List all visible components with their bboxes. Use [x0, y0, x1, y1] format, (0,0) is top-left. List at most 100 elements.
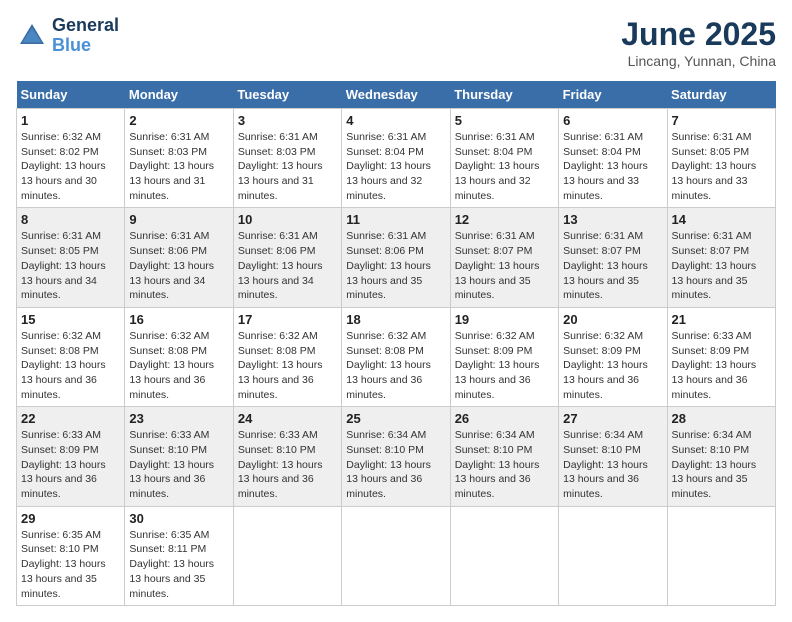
day-cell-14: 14 Sunrise: 6:31 AMSunset: 8:07 PMDayligh… — [667, 208, 775, 307]
day-cell-5: 5Sunrise: 6:31 AMSunset: 8:04 PMDaylight… — [450, 109, 558, 208]
day-cell-20: 20Sunrise: 6:32 AMSunset: 8:09 PMDayligh… — [559, 307, 667, 406]
day-number: 8 — [21, 212, 120, 227]
weekday-header-saturday: Saturday — [667, 81, 775, 109]
day-cell-16: 16 Sunrise: 6:32 AMSunset: 8:08 PMDayligh… — [125, 307, 233, 406]
day-cell-22: 22 Sunrise: 6:33 AMSunset: 8:09 PMDayligh… — [17, 407, 125, 506]
empty-cell — [450, 506, 558, 605]
day-info: Sunrise: 6:33 AMSunset: 8:09 PMDaylight:… — [21, 428, 120, 501]
day-info: Sunrise: 6:31 AMSunset: 8:06 PMDaylight:… — [129, 229, 228, 302]
day-number: 3 — [238, 113, 337, 128]
day-number: 23 — [129, 411, 228, 426]
day-number: 2 — [129, 113, 228, 128]
day-info: Sunrise: 6:34 AMSunset: 8:10 PMDaylight:… — [672, 428, 771, 501]
empty-cell — [342, 506, 450, 605]
weekday-header-row: SundayMondayTuesdayWednesdayThursdayFrid… — [17, 81, 776, 109]
day-cell-18: 18 Sunrise: 6:32 AMSunset: 8:08 PMDayligh… — [342, 307, 450, 406]
day-info: Sunrise: 6:32 AMSunset: 8:08 PMDaylight:… — [129, 329, 228, 402]
empty-cell — [667, 506, 775, 605]
day-cell-29: 29 Sunrise: 6:35 AMSunset: 8:10 PMDayligh… — [17, 506, 125, 605]
logo-text: General Blue — [52, 16, 119, 56]
day-number: 14 — [672, 212, 771, 227]
day-cell-30: 30 Sunrise: 6:35 AMSunset: 8:11 PMDayligh… — [125, 506, 233, 605]
day-cell-21: 21 Sunrise: 6:33 AMSunset: 8:09 PMDayligh… — [667, 307, 775, 406]
calendar-week-2: 8Sunrise: 6:31 AMSunset: 8:05 PMDaylight… — [17, 208, 776, 307]
weekday-header-thursday: Thursday — [450, 81, 558, 109]
day-cell-11: 11Sunrise: 6:31 AMSunset: 8:06 PMDayligh… — [342, 208, 450, 307]
day-cell-3: 3 Sunrise: 6:31 AMSunset: 8:03 PMDaylight… — [233, 109, 341, 208]
day-number: 22 — [21, 411, 120, 426]
day-cell-28: 28 Sunrise: 6:34 AMSunset: 8:10 PMDayligh… — [667, 407, 775, 506]
day-number: 26 — [455, 411, 554, 426]
day-info: Sunrise: 6:34 AMSunset: 8:10 PMDaylight:… — [455, 428, 554, 501]
day-info: Sunrise: 6:31 AMSunset: 8:03 PMDaylight:… — [238, 130, 337, 203]
day-info: Sunrise: 6:31 AMSunset: 8:07 PMDaylight:… — [455, 229, 554, 302]
day-number: 13 — [563, 212, 662, 227]
day-cell-9: 9 Sunrise: 6:31 AMSunset: 8:06 PMDaylight… — [125, 208, 233, 307]
day-cell-25: 25 Sunrise: 6:34 AMSunset: 8:10 PMDayligh… — [342, 407, 450, 506]
day-info: Sunrise: 6:31 AMSunset: 8:04 PMDaylight:… — [455, 130, 554, 203]
day-cell-4: 4Sunrise: 6:31 AMSunset: 8:04 PMDaylight… — [342, 109, 450, 208]
title-block: June 2025 Lincang, Yunnan, China — [621, 16, 776, 69]
logo-icon — [16, 20, 48, 52]
day-number: 16 — [129, 312, 228, 327]
day-info: Sunrise: 6:31 AMSunset: 8:07 PMDaylight:… — [672, 229, 771, 302]
day-number: 1 — [21, 113, 120, 128]
weekday-header-wednesday: Wednesday — [342, 81, 450, 109]
day-info: Sunrise: 6:34 AMSunset: 8:10 PMDaylight:… — [563, 428, 662, 501]
day-cell-13: 13 Sunrise: 6:31 AMSunset: 8:07 PMDayligh… — [559, 208, 667, 307]
weekday-header-friday: Friday — [559, 81, 667, 109]
calendar-week-1: 1 Sunrise: 6:32 AMSunset: 8:02 PMDaylight… — [17, 109, 776, 208]
day-number: 18 — [346, 312, 445, 327]
day-cell-8: 8Sunrise: 6:31 AMSunset: 8:05 PMDaylight… — [17, 208, 125, 307]
day-number: 29 — [21, 511, 120, 526]
day-cell-6: 6Sunrise: 6:31 AMSunset: 8:04 PMDaylight… — [559, 109, 667, 208]
calendar-week-5: 29 Sunrise: 6:35 AMSunset: 8:10 PMDayligh… — [17, 506, 776, 605]
day-number: 10 — [238, 212, 337, 227]
day-number: 15 — [21, 312, 120, 327]
weekday-header-tuesday: Tuesday — [233, 81, 341, 109]
day-number: 19 — [455, 312, 554, 327]
day-info: Sunrise: 6:31 AMSunset: 8:05 PMDaylight:… — [672, 130, 771, 203]
day-number: 25 — [346, 411, 445, 426]
day-info: Sunrise: 6:33 AMSunset: 8:10 PMDaylight:… — [238, 428, 337, 501]
day-cell-24: 24 Sunrise: 6:33 AMSunset: 8:10 PMDayligh… — [233, 407, 341, 506]
calendar-week-3: 15 Sunrise: 6:32 AMSunset: 8:08 PMDayligh… — [17, 307, 776, 406]
day-info: Sunrise: 6:32 AMSunset: 8:02 PMDaylight:… — [21, 130, 120, 203]
day-cell-1: 1 Sunrise: 6:32 AMSunset: 8:02 PMDaylight… — [17, 109, 125, 208]
empty-cell — [559, 506, 667, 605]
day-info: Sunrise: 6:34 AMSunset: 8:10 PMDaylight:… — [346, 428, 445, 501]
day-info: Sunrise: 6:32 AMSunset: 8:08 PMDaylight:… — [238, 329, 337, 402]
day-cell-15: 15 Sunrise: 6:32 AMSunset: 8:08 PMDayligh… — [17, 307, 125, 406]
day-cell-12: 12Sunrise: 6:31 AMSunset: 8:07 PMDayligh… — [450, 208, 558, 307]
day-number: 20 — [563, 312, 662, 327]
month-title: June 2025 — [621, 16, 776, 53]
day-info: Sunrise: 6:35 AMSunset: 8:10 PMDaylight:… — [21, 528, 120, 601]
day-cell-2: 2 Sunrise: 6:31 AMSunset: 8:03 PMDaylight… — [125, 109, 233, 208]
day-number: 17 — [238, 312, 337, 327]
day-number: 4 — [346, 113, 445, 128]
day-cell-7: 7Sunrise: 6:31 AMSunset: 8:05 PMDaylight… — [667, 109, 775, 208]
day-cell-26: 26 Sunrise: 6:34 AMSunset: 8:10 PMDayligh… — [450, 407, 558, 506]
day-cell-27: 27 Sunrise: 6:34 AMSunset: 8:10 PMDayligh… — [559, 407, 667, 506]
day-number: 21 — [672, 312, 771, 327]
day-cell-10: 10Sunrise: 6:31 AMSunset: 8:06 PMDayligh… — [233, 208, 341, 307]
weekday-header-sunday: Sunday — [17, 81, 125, 109]
day-number: 24 — [238, 411, 337, 426]
day-info: Sunrise: 6:33 AMSunset: 8:10 PMDaylight:… — [129, 428, 228, 501]
day-number: 11 — [346, 212, 445, 227]
empty-cell — [233, 506, 341, 605]
day-cell-19: 19Sunrise: 6:32 AMSunset: 8:09 PMDayligh… — [450, 307, 558, 406]
day-info: Sunrise: 6:35 AMSunset: 8:11 PMDaylight:… — [129, 528, 228, 601]
day-info: Sunrise: 6:31 AMSunset: 8:04 PMDaylight:… — [563, 130, 662, 203]
day-number: 30 — [129, 511, 228, 526]
day-number: 28 — [672, 411, 771, 426]
day-info: Sunrise: 6:32 AMSunset: 8:08 PMDaylight:… — [346, 329, 445, 402]
day-info: Sunrise: 6:32 AMSunset: 8:08 PMDaylight:… — [21, 329, 120, 402]
logo: General Blue — [16, 16, 119, 56]
day-info: Sunrise: 6:31 AMSunset: 8:03 PMDaylight:… — [129, 130, 228, 203]
day-info: Sunrise: 6:33 AMSunset: 8:09 PMDaylight:… — [672, 329, 771, 402]
calendar-week-4: 22 Sunrise: 6:33 AMSunset: 8:09 PMDayligh… — [17, 407, 776, 506]
day-number: 27 — [563, 411, 662, 426]
day-number: 9 — [129, 212, 228, 227]
day-info: Sunrise: 6:31 AMSunset: 8:07 PMDaylight:… — [563, 229, 662, 302]
